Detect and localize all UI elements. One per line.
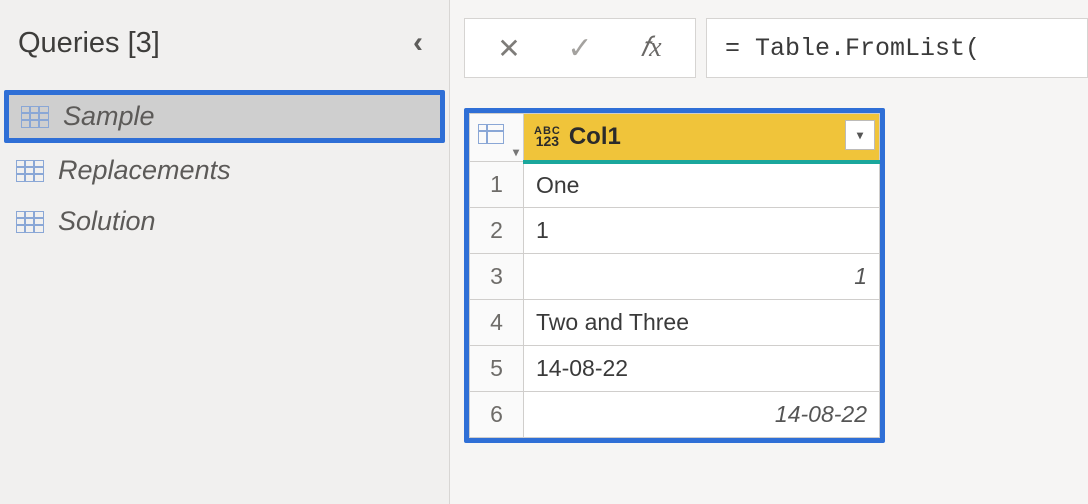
query-item-replacements[interactable]: Replacements — [0, 145, 449, 196]
cell-value[interactable]: 1 — [524, 254, 880, 300]
table-icon — [16, 160, 44, 182]
row-index: 5 — [470, 346, 524, 392]
table-row[interactable]: 514-08-22 — [470, 346, 880, 392]
table-corner-button[interactable]: ▾ — [470, 114, 524, 162]
table-row[interactable]: 4Two and Three — [470, 300, 880, 346]
collapse-pane-icon[interactable]: ‹ — [413, 26, 431, 60]
cancel-formula-icon[interactable]: ✕ — [482, 32, 536, 65]
query-item-sample[interactable]: Sample — [4, 90, 445, 143]
row-index: 3 — [470, 254, 524, 300]
chevron-down-icon: ▾ — [513, 145, 519, 159]
table-row[interactable]: 31 — [470, 254, 880, 300]
row-index: 6 — [470, 392, 524, 438]
data-preview-table: ▾ ABC 123 Col1 ▾ — [464, 108, 885, 443]
any-type-icon: ABC 123 — [534, 127, 561, 147]
table-icon — [16, 211, 44, 233]
cell-value[interactable]: Two and Three — [524, 300, 880, 346]
query-item-solution[interactable]: Solution — [0, 196, 449, 247]
query-item-label: Replacements — [58, 155, 231, 186]
main-area: ✕ ✓ 𝑓x = Table.FromList( — [450, 0, 1088, 504]
table-row[interactable]: 1One — [470, 162, 880, 208]
row-index: 2 — [470, 208, 524, 254]
table-icon — [21, 106, 49, 128]
row-index: 4 — [470, 300, 524, 346]
apply-formula-icon[interactable]: ✓ — [553, 31, 607, 66]
column-filter-button[interactable]: ▾ — [845, 120, 875, 150]
formula-bar: ✕ ✓ 𝑓x = Table.FromList( — [464, 18, 1088, 78]
queries-pane-title: Queries [3] — [18, 27, 160, 60]
cell-value[interactable]: 14-08-22 — [524, 392, 880, 438]
queries-pane: Queries [3] ‹ Sample Replacements Solution — [0, 0, 450, 504]
query-item-label: Sample — [63, 101, 155, 132]
row-index: 1 — [470, 162, 524, 208]
fx-icon[interactable]: 𝑓x — [624, 32, 678, 64]
query-item-label: Solution — [58, 206, 156, 237]
table-row[interactable]: 614-08-22 — [470, 392, 880, 438]
cell-value[interactable]: 1 — [524, 208, 880, 254]
cell-value[interactable]: One — [524, 162, 880, 208]
table-row[interactable]: 21 — [470, 208, 880, 254]
formula-input[interactable]: = Table.FromList( — [706, 18, 1088, 78]
cell-value[interactable]: 14-08-22 — [524, 346, 880, 392]
column-header-col1[interactable]: ABC 123 Col1 ▾ — [524, 114, 880, 162]
column-header-label: Col1 — [569, 123, 621, 151]
formula-bar-actions: ✕ ✓ 𝑓x — [464, 18, 696, 78]
